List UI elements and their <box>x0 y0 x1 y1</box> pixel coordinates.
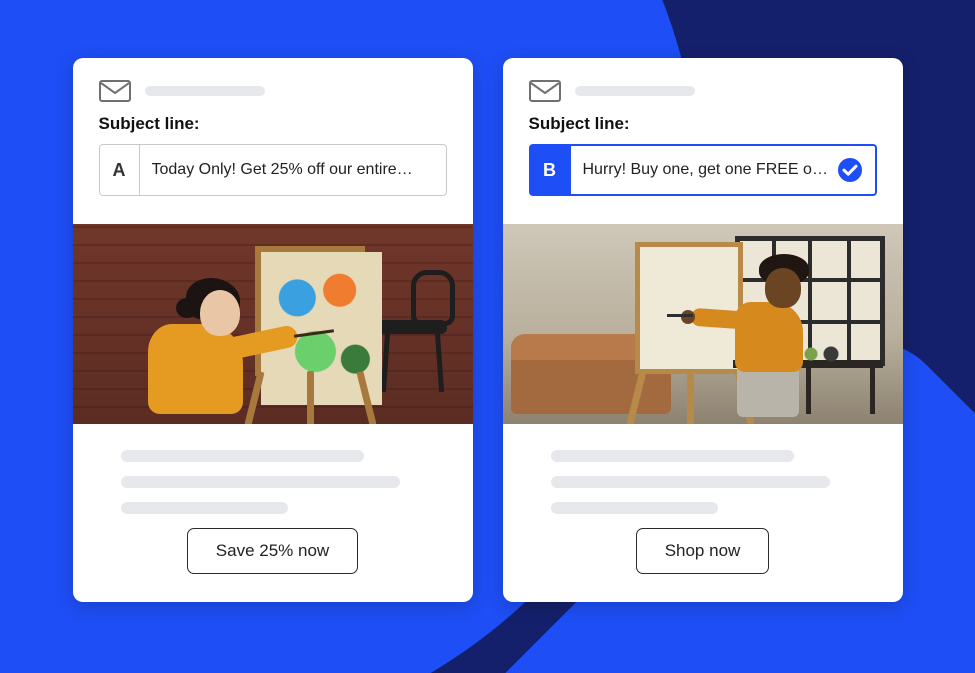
winner-check-icon <box>837 157 863 183</box>
email-hero-image <box>503 224 903 424</box>
ab-test-preview-stage: Subject line: A Today Only! Get 25% off … <box>0 0 975 673</box>
envelope-icon <box>99 80 131 102</box>
email-variant-card-a: Subject line: A Today Only! Get 25% off … <box>73 58 473 602</box>
subject-line-label: Subject line: <box>529 114 877 134</box>
subject-line-field[interactable]: B Hurry! Buy one, get one FREE on… <box>529 144 877 196</box>
sender-placeholder <box>145 86 265 96</box>
variant-chip-b: B <box>531 146 571 194</box>
email-variant-card-b: Subject line: B Hurry! Buy one, get one … <box>503 58 903 602</box>
subject-line-text: Today Only! Get 25% off our entire… <box>140 145 446 195</box>
cta-button[interactable]: Shop now <box>636 528 770 574</box>
sender-placeholder <box>575 86 695 96</box>
envelope-icon <box>529 80 561 102</box>
email-header-row <box>529 80 877 102</box>
subject-line-field[interactable]: A Today Only! Get 25% off our entire… <box>99 144 447 196</box>
email-header-row <box>99 80 447 102</box>
subject-line-label: Subject line: <box>99 114 447 134</box>
subject-line-text: Hurry! Buy one, get one FREE on… <box>571 146 875 194</box>
email-hero-image <box>73 224 473 424</box>
cta-button[interactable]: Save 25% now <box>187 528 358 574</box>
variant-cards-row: Subject line: A Today Only! Get 25% off … <box>0 0 975 673</box>
email-body-placeholder <box>73 424 473 514</box>
variant-chip-a: A <box>100 145 140 195</box>
email-body-placeholder <box>503 424 903 514</box>
